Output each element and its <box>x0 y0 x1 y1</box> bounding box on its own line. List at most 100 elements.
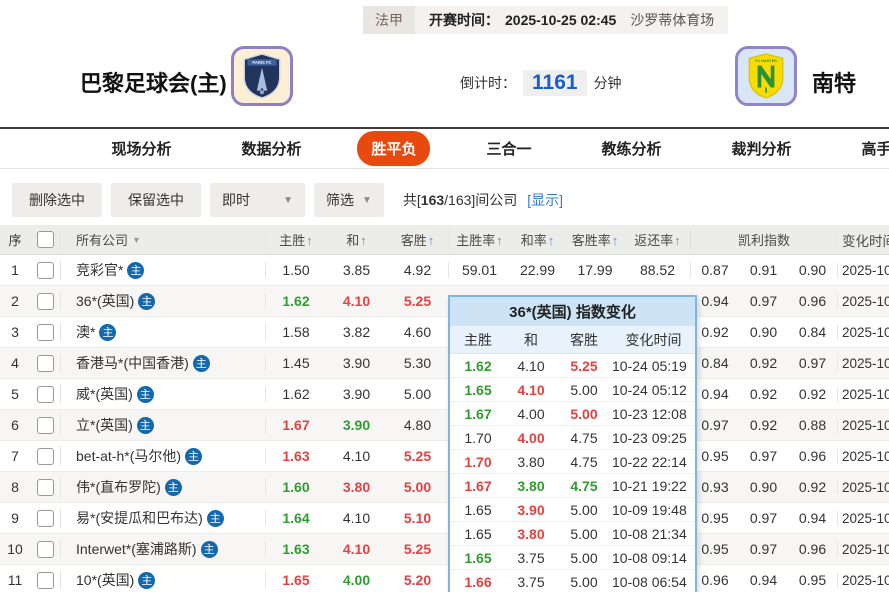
keep-selected-button[interactable]: 保留选中 <box>111 183 201 217</box>
delete-selected-button[interactable]: 删除选中 <box>12 183 102 217</box>
odds-value[interactable]: 5.25 <box>387 448 448 464</box>
show-link[interactable]: [显示] <box>527 192 563 208</box>
popup-odds-value[interactable]: 3.75 <box>506 574 556 590</box>
company-cell[interactable]: 威*(英国) 主 <box>60 384 265 404</box>
popup-odds-value[interactable]: 1.65 <box>450 550 506 566</box>
odds-value[interactable]: 4.80 <box>387 417 448 433</box>
popup-odds-value[interactable]: 1.67 <box>450 406 506 422</box>
row-checkbox[interactable] <box>36 571 54 589</box>
tab-高手推荐[interactable]: 高手推荐 <box>848 131 889 166</box>
header-rate-1[interactable]: 和率↑ <box>510 230 565 249</box>
odds-value[interactable]: 5.25 <box>387 293 448 309</box>
tab-现场分析[interactable]: 现场分析 <box>97 131 185 166</box>
popup-odds-value[interactable]: 3.80 <box>506 526 556 542</box>
popup-odds-value[interactable]: 5.00 <box>556 406 612 422</box>
odds-value[interactable]: 1.63 <box>265 541 326 557</box>
tab-三合一[interactable]: 三合一 <box>472 131 545 166</box>
odds-value[interactable]: 5.00 <box>387 386 448 402</box>
header-rate-0[interactable]: 主胜率↑ <box>448 230 510 249</box>
odds-value[interactable]: 1.60 <box>265 479 326 495</box>
header-rate-3[interactable]: 返还率↑ <box>625 230 690 249</box>
popup-odds-value[interactable]: 4.75 <box>556 478 612 494</box>
popup-odds-value[interactable]: 5.00 <box>556 574 612 590</box>
company-cell[interactable]: 立*(英国) 主 <box>60 415 265 435</box>
popup-odds-value[interactable]: 1.67 <box>450 478 506 494</box>
row-checkbox[interactable] <box>36 540 54 558</box>
odds-value[interactable]: 1.45 <box>265 355 326 371</box>
odds-value[interactable]: 4.00 <box>326 572 387 588</box>
company-cell[interactable]: Interwet*(塞浦路斯) 主 <box>60 539 265 559</box>
odds-value[interactable]: 1.58 <box>265 324 326 340</box>
header-odds-1[interactable]: 和↑ <box>326 230 387 249</box>
row-checkbox[interactable] <box>36 478 54 496</box>
odds-value[interactable]: 3.85 <box>326 262 387 278</box>
odds-value[interactable]: 1.67 <box>265 417 326 433</box>
row-checkbox[interactable] <box>36 416 54 434</box>
header-company[interactable]: 所有公司 ▼ <box>60 230 265 249</box>
odds-value[interactable]: 3.82 <box>326 324 387 340</box>
popup-odds-value[interactable]: 5.25 <box>556 358 612 374</box>
company-cell[interactable]: 香港马*(中国香港) 主 <box>60 353 265 373</box>
popup-odds-value[interactable]: 4.10 <box>506 358 556 374</box>
row-checkbox[interactable] <box>36 323 54 341</box>
popup-odds-value[interactable]: 1.66 <box>450 574 506 590</box>
time-filter-select[interactable]: 即时 ▼ <box>210 183 305 217</box>
popup-odds-value[interactable]: 5.00 <box>556 550 612 566</box>
popup-odds-value[interactable]: 1.70 <box>450 454 506 470</box>
odds-value[interactable]: 3.80 <box>326 479 387 495</box>
odds-value[interactable]: 3.90 <box>326 386 387 402</box>
popup-odds-value[interactable]: 4.75 <box>556 454 612 470</box>
company-cell[interactable]: 10*(英国) 主 <box>60 570 265 590</box>
company-cell[interactable]: 竞彩官* 主 <box>60 260 265 280</box>
popup-odds-value[interactable]: 3.90 <box>506 502 556 518</box>
row-checkbox[interactable] <box>36 385 54 403</box>
header-odds-2[interactable]: 客胜↑ <box>387 230 448 249</box>
header-odds-0[interactable]: 主胜↑ <box>265 230 326 249</box>
company-cell[interactable]: 易*(安提瓜和巴布达) 主 <box>60 508 265 528</box>
popup-odds-value[interactable]: 4.75 <box>556 430 612 446</box>
company-cell[interactable]: 澳* 主 <box>60 322 265 342</box>
row-checkbox[interactable] <box>36 509 54 527</box>
company-cell[interactable]: 36*(英国) 主 <box>60 291 265 311</box>
popup-odds-value[interactable]: 3.75 <box>506 550 556 566</box>
popup-odds-value[interactable]: 1.62 <box>450 358 506 374</box>
popup-odds-value[interactable]: 3.80 <box>506 454 556 470</box>
odds-value[interactable]: 3.90 <box>326 417 387 433</box>
popup-odds-value[interactable]: 1.65 <box>450 502 506 518</box>
odds-value[interactable]: 1.62 <box>265 293 326 309</box>
popup-odds-value[interactable]: 5.00 <box>556 526 612 542</box>
popup-odds-value[interactable]: 5.00 <box>556 382 612 398</box>
odds-value[interactable]: 4.10 <box>326 293 387 309</box>
odds-value[interactable]: 5.20 <box>387 572 448 588</box>
tab-胜平负[interactable]: 胜平负 <box>357 131 431 166</box>
odds-value[interactable]: 1.50 <box>265 262 326 278</box>
row-checkbox[interactable] <box>36 447 54 465</box>
odds-value[interactable]: 4.10 <box>326 541 387 557</box>
popup-odds-value[interactable]: 1.70 <box>450 430 506 446</box>
odds-value[interactable]: 5.25 <box>387 541 448 557</box>
odds-value[interactable]: 1.65 <box>265 572 326 588</box>
odds-value[interactable]: 4.92 <box>387 262 448 278</box>
odds-value[interactable]: 1.64 <box>265 510 326 526</box>
popup-odds-value[interactable]: 3.80 <box>506 478 556 494</box>
popup-odds-value[interactable]: 1.65 <box>450 382 506 398</box>
odds-value[interactable]: 5.10 <box>387 510 448 526</box>
odds-value[interactable]: 4.10 <box>326 448 387 464</box>
row-checkbox[interactable] <box>36 292 54 310</box>
filter-select[interactable]: 筛选 ▼ <box>314 183 384 217</box>
popup-odds-value[interactable]: 4.00 <box>506 430 556 446</box>
odds-value[interactable]: 1.63 <box>265 448 326 464</box>
popup-odds-value[interactable]: 5.00 <box>556 502 612 518</box>
company-cell[interactable]: bet-at-h*(马尔他) 主 <box>60 446 265 466</box>
header-rate-2[interactable]: 客胜率↑ <box>565 230 625 249</box>
popup-odds-value[interactable]: 4.10 <box>506 382 556 398</box>
tab-数据分析[interactable]: 数据分析 <box>227 131 315 166</box>
tab-教练分析[interactable]: 教练分析 <box>588 131 676 166</box>
select-all-checkbox[interactable] <box>36 231 54 248</box>
company-cell[interactable]: 伟*(直布罗陀) 主 <box>60 477 265 497</box>
tab-裁判分析[interactable]: 裁判分析 <box>718 131 806 166</box>
popup-odds-value[interactable]: 4.00 <box>506 406 556 422</box>
popup-odds-value[interactable]: 1.65 <box>450 526 506 542</box>
odds-value[interactable]: 4.10 <box>326 510 387 526</box>
odds-value[interactable]: 5.30 <box>387 355 448 371</box>
